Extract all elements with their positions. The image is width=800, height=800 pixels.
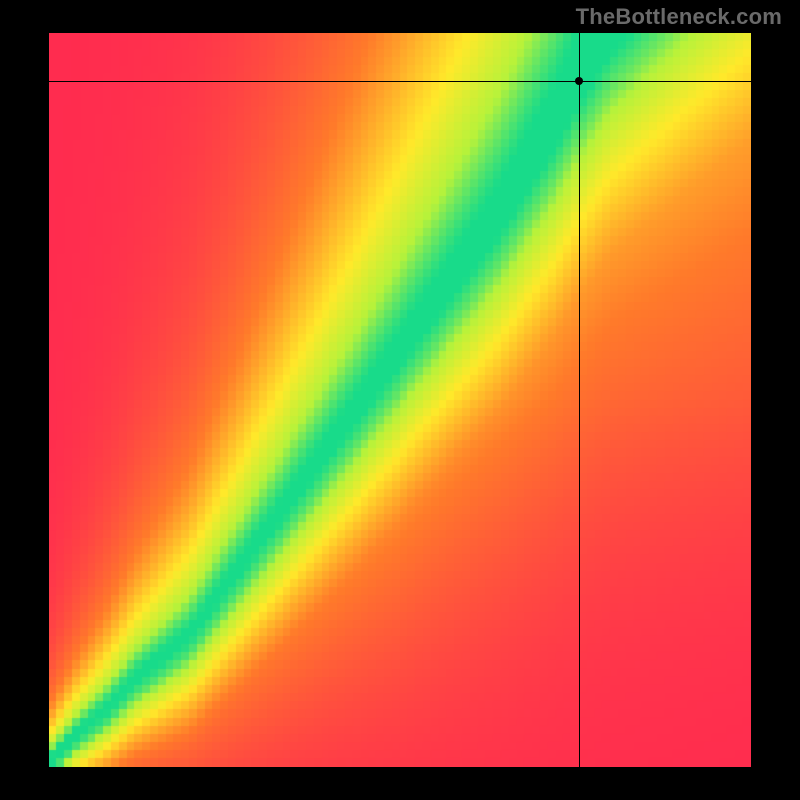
heatmap-canvas [49, 33, 751, 767]
crosshair-horizontal [49, 81, 751, 82]
chart-frame: TheBottleneck.com [0, 0, 800, 800]
marker-dot [575, 77, 583, 85]
heatmap-plot [49, 33, 751, 767]
crosshair-vertical [579, 33, 580, 767]
attribution-text: TheBottleneck.com [576, 4, 782, 30]
